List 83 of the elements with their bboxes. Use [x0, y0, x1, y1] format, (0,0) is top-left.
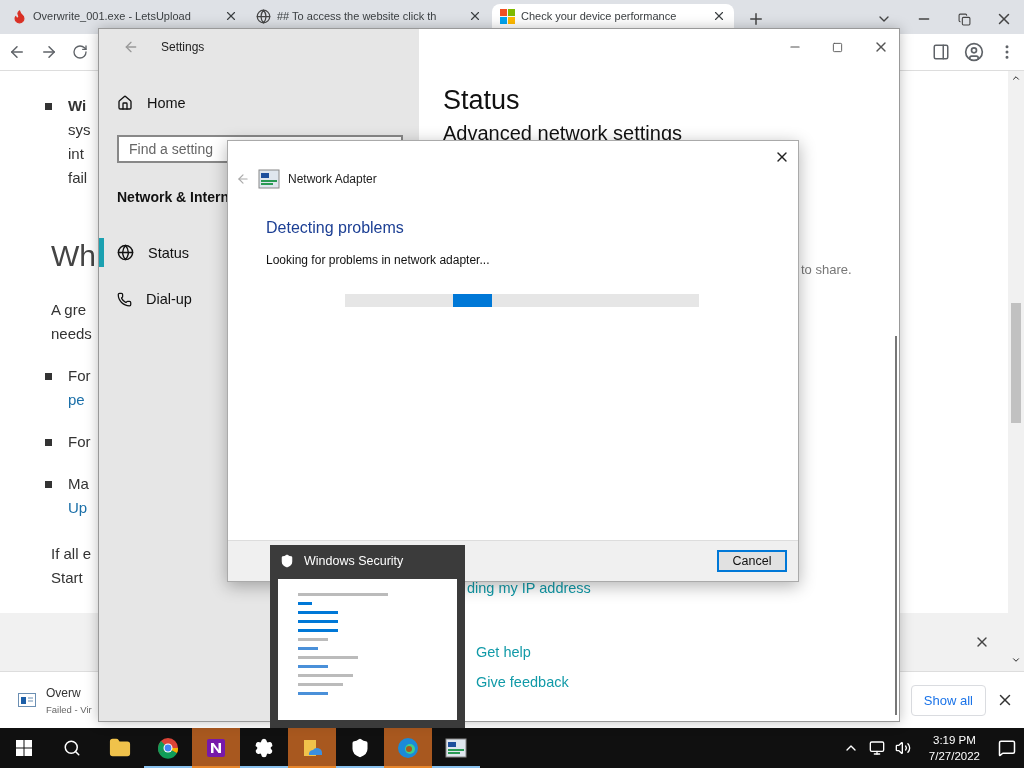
- article-text: Start: [51, 568, 84, 588]
- notebook-icon: [205, 737, 227, 759]
- gear-icon: [254, 738, 274, 758]
- shield-icon: [280, 554, 294, 568]
- edge-logo-icon: [397, 737, 419, 759]
- network-adapter-icon: [445, 738, 467, 758]
- close-icon[interactable]: [712, 9, 726, 23]
- scroll-up-icon[interactable]: [1011, 73, 1021, 83]
- home-icon: [117, 95, 133, 111]
- window-preview[interactable]: Windows Security: [270, 545, 465, 728]
- nav-label[interactable]: Dial-up: [146, 291, 192, 307]
- tab-title: ## To access the website click th: [277, 10, 438, 22]
- close-icon[interactable]: [468, 9, 482, 23]
- taskbar-app[interactable]: [192, 728, 240, 768]
- dialog-message: Looking for problems in network adapter...: [266, 253, 491, 267]
- article-text: For: [68, 432, 91, 452]
- article-link[interactable]: pe: [68, 388, 91, 412]
- clock-date[interactable]: 7/27/2022: [928, 748, 980, 764]
- chrome-logo-icon: [157, 737, 179, 759]
- page-title: Status: [443, 85, 521, 116]
- cancel-button[interactable]: Cancel: [717, 550, 787, 572]
- clock-time[interactable]: 3:19 PM: [933, 732, 976, 748]
- reload-icon[interactable]: [72, 44, 88, 60]
- article-text: If all e: [51, 544, 92, 564]
- window-title: Settings: [161, 40, 205, 54]
- article-text: For: [68, 366, 91, 386]
- profile-icon[interactable]: [964, 42, 984, 62]
- home-item[interactable]: Home: [99, 89, 419, 117]
- section-title: Network & Intern: [117, 189, 230, 205]
- network-adapter-icon: [258, 169, 280, 189]
- close-icon[interactable]: [224, 9, 238, 23]
- dialog-title: Network Adapter: [288, 172, 377, 186]
- search-icon[interactable]: [63, 739, 81, 757]
- article-text: Wi: [68, 96, 88, 116]
- browser-tab[interactable]: Overwrite_001.exe - LetsUpload: [4, 4, 246, 28]
- folder-cloud-icon: [301, 737, 323, 759]
- nav-label[interactable]: Status: [148, 244, 190, 261]
- maximize-icon[interactable]: [832, 41, 843, 53]
- globe-icon: [256, 8, 271, 24]
- back-icon[interactable]: [8, 43, 26, 61]
- page-subtitle: Advanced network settings: [443, 122, 684, 145]
- new-tab-icon[interactable]: [747, 10, 765, 28]
- flame-icon: [12, 8, 27, 24]
- bullet-mark: [45, 439, 52, 446]
- notification-icon[interactable]: [998, 739, 1016, 757]
- show-all-button[interactable]: Show all: [910, 684, 986, 716]
- article-text: int: [68, 144, 85, 164]
- bullet-mark: [45, 481, 52, 488]
- article-text: sys: [68, 120, 91, 140]
- progress-marquee: [453, 294, 492, 307]
- preview-title: Windows Security: [304, 554, 404, 568]
- tab-title: Overwrite_001.exe - LetsUpload: [33, 10, 192, 22]
- bullet-mark: [45, 103, 52, 110]
- scroll-thumb[interactable]: [1011, 303, 1021, 423]
- shield-icon: [350, 738, 370, 758]
- article-link[interactable]: Up: [68, 496, 89, 520]
- article-text: Ma: [68, 474, 89, 494]
- network-icon[interactable]: [868, 740, 885, 756]
- tab-title: Check your device performance: [521, 10, 678, 22]
- article-text: needs: [51, 324, 92, 344]
- scroll-down-icon[interactable]: [1011, 655, 1021, 665]
- article-text: fail: [68, 168, 89, 188]
- windows-start-icon: [16, 740, 32, 756]
- browser-tab[interactable]: Check your device performance: [492, 4, 734, 28]
- bullet-mark: [45, 373, 52, 380]
- windows-logo-icon: [500, 8, 515, 24]
- globe-icon: [117, 244, 134, 261]
- article-text: A gre: [51, 300, 88, 320]
- download-name[interactable]: Overw: [46, 685, 92, 700]
- folder-icon: [109, 737, 131, 759]
- browser-tab[interactable]: ## To access the website click th: [248, 4, 490, 28]
- file-icon: [18, 693, 36, 707]
- volume-icon[interactable]: [894, 740, 911, 756]
- phone-icon: [117, 291, 132, 307]
- description-text: to share.: [801, 262, 853, 277]
- scrollbar[interactable]: [1008, 71, 1024, 671]
- restore-icon[interactable]: [957, 12, 971, 26]
- nav-item[interactable]: Dial-up: [99, 285, 419, 313]
- download-status: Failed - Vir: [46, 703, 92, 715]
- dialog-heading: Detecting problems: [266, 219, 405, 237]
- side-panel-icon[interactable]: [932, 43, 950, 61]
- forward-icon[interactable]: [40, 43, 58, 61]
- article-heading: Wh: [51, 238, 96, 274]
